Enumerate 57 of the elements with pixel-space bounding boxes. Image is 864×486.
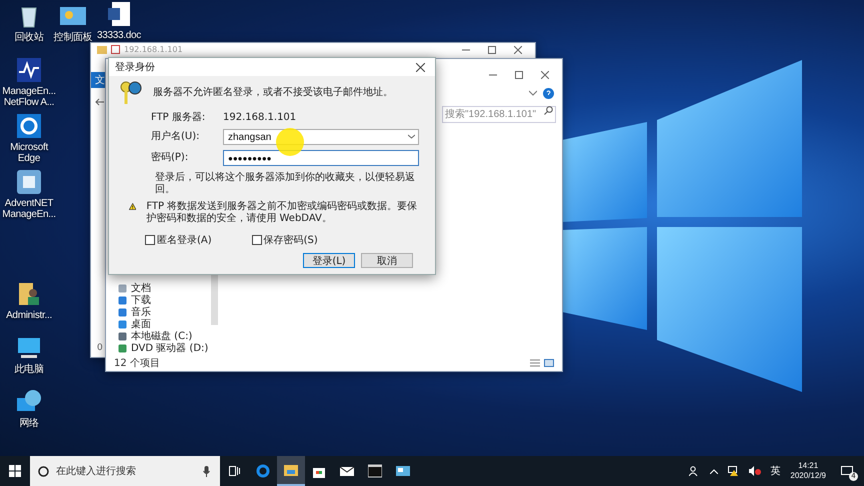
people-icon[interactable] [689, 466, 700, 476]
search-field[interactable]: 搜索"192.168.1.101" [442, 106, 556, 122]
folder-icon [97, 45, 107, 54]
status-text: 0 [96, 343, 103, 353]
desktop-icon-label: Administr... [6, 310, 52, 321]
help-icon[interactable] [543, 88, 554, 98]
password-field[interactable]: ●●●●●●●●● [223, 150, 419, 166]
chevron-down-icon[interactable] [529, 90, 537, 96]
field-label: 密码(P): [151, 152, 190, 164]
desktop-icon-label: AdventNET ManageEn... [2, 198, 56, 220]
folder-icon[interactable] [277, 456, 305, 486]
checkbox-icon[interactable] [111, 45, 120, 54]
search-field[interactable]: 在此键入进行搜索 [30, 456, 220, 486]
info-text: 登录后，可以将这个服务器添加到你的收藏夹，以便轻易返回。 [155, 172, 416, 196]
desktop-icon-label: Microsoft Edge [10, 142, 48, 164]
server-address: 192.168.1.101 [223, 112, 298, 124]
chevron-up-icon[interactable] [710, 468, 718, 474]
search-icon [544, 106, 553, 114]
nav-item[interactable]: 本地磁盘 (C:) [118, 331, 211, 342]
desktop-icon-label: 此电脑 [14, 364, 44, 375]
notification-icon[interactable] [841, 466, 853, 476]
warning-icon [129, 201, 136, 212]
nav-item[interactable]: 文档 [118, 283, 211, 294]
microphone-icon[interactable] [203, 466, 210, 477]
caret-icon [408, 134, 415, 139]
desktop-icon-label: 网络 [19, 418, 39, 429]
field-label: 用户名(U): [151, 131, 200, 143]
desktop-icon-label: 回收站 [14, 32, 44, 43]
nav-item[interactable]: 下载 [118, 295, 211, 306]
nav-item[interactable]: DVD 驱动器 (D:) [118, 343, 211, 354]
tiles-view-icon[interactable] [544, 359, 554, 367]
warning-text: FTP 将数据发送到服务器之前不加密或编码密码或数据。要保护密码和数据的安全，请使用 WebDAV。 [146, 201, 418, 225]
message-text: 服务器不允许匿名登录，或者不接受该电子邮件地址。 [153, 87, 393, 99]
app-icon[interactable] [15, 168, 43, 196]
details-view-icon[interactable] [530, 359, 540, 367]
input-method-indicator[interactable]: 英 [770, 464, 780, 478]
desktop-icon-label: 33333.doc [96, 30, 141, 41]
chart-app-icon[interactable] [15, 56, 43, 84]
checkbox[interactable]: 保存密码(S) [252, 233, 318, 247]
start-icon[interactable] [9, 465, 21, 477]
field-label: FTP 服务器: [151, 112, 206, 124]
nav-item[interactable]: 音乐 [118, 307, 211, 318]
back-arrow-icon[interactable] [95, 98, 104, 106]
login-button[interactable]: 登录(L) [303, 253, 355, 268]
circle-icon [38, 466, 49, 477]
desktop-icon-label: ManageEn... NetFlow A... [2, 86, 56, 108]
nav-item[interactable]: 桌面 [118, 319, 211, 330]
checkbox[interactable]: 匿名登录(A) [145, 233, 212, 247]
task-view-icon[interactable] [229, 466, 240, 476]
clock[interactable]: 14:21 2020/12/9 [790, 461, 826, 481]
status-text: 12 个项目 [114, 357, 160, 370]
desktop-icon-label: 控制面板 [54, 32, 92, 43]
network-warning-icon[interactable] [728, 466, 740, 476]
dialog-title: 登录身份 [115, 61, 155, 74]
window-title: 192.168.1.101 [124, 45, 183, 54]
cancel-button[interactable]: 取消 [361, 253, 413, 268]
muted-speaker-icon[interactable] [749, 466, 762, 476]
